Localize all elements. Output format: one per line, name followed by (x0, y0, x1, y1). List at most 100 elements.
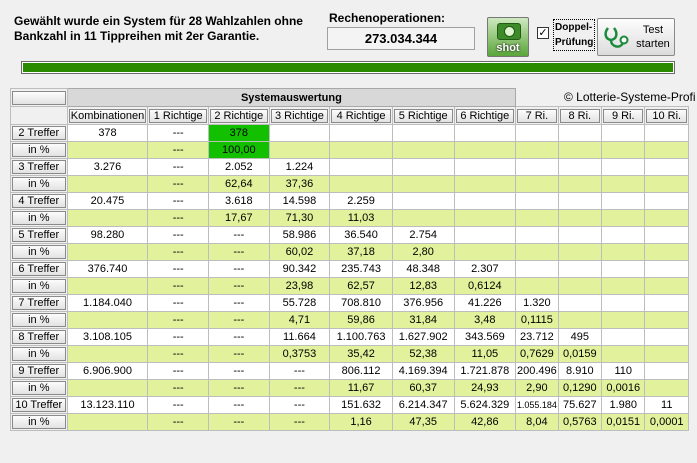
percent-cell: 0,1115 (515, 311, 559, 329)
row-label-cell: in % (10, 413, 68, 431)
table-row-count: 6 Treffer 376.740 --- --- 90.342 235.743 48.34… (10, 260, 689, 278)
table-row-percent: in % --- --- 60,02 37,18 2,80 (10, 243, 689, 261)
percent-cell: 52,38 (391, 345, 455, 363)
row-label-cell: in % (10, 141, 68, 159)
count-cell: 2.259 (329, 192, 393, 210)
count-cell: 708.810 (329, 294, 393, 312)
column-header-button[interactable]: 8 Ri. (559, 108, 601, 123)
row-percent-button[interactable]: in % (12, 245, 66, 259)
start-test-label-line-2: starten (636, 38, 670, 50)
percent-cell: --- (268, 413, 331, 431)
count-cell (601, 192, 646, 210)
percent-cell (515, 243, 559, 261)
count-cell: 36.540 (329, 226, 393, 244)
column-header-button[interactable]: 7 Ri. (517, 108, 557, 123)
count-cell: 20.475 (66, 192, 149, 210)
row-header-button[interactable]: 2 Treffer (12, 126, 66, 140)
count-cell (268, 124, 331, 142)
count-cell: --- (147, 294, 210, 312)
percent-cell (66, 413, 149, 431)
count-cell: --- (147, 158, 210, 176)
column-header-button[interactable]: 5 Richtige (393, 108, 453, 123)
count-cell (644, 328, 689, 346)
percent-cell: 0,6124 (453, 277, 517, 295)
table-row-percent: in % --- --- 0,3753 35,42 52,38 11,05 0,7629 0,0… (10, 345, 689, 363)
column-header-button[interactable]: Kombinationen (68, 108, 147, 123)
table-row-percent: in % --- 62,64 37,36 (10, 175, 689, 193)
table-row-percent: in % --- --- 23,98 62,57 12,83 0,6124 (10, 277, 689, 295)
percent-cell: --- (208, 243, 270, 261)
row-percent-button[interactable]: in % (12, 177, 66, 191)
percent-cell (66, 379, 149, 397)
column-header-cell: 1 Richtige (147, 106, 210, 125)
row-header-button[interactable]: 7 Treffer (12, 296, 66, 310)
column-header-button[interactable]: 2 Richtige (210, 108, 268, 123)
double-check-label[interactable]: Doppel- Prüfung (553, 19, 596, 51)
column-header-button[interactable]: 9 Ri. (603, 108, 644, 123)
row-label-cell: 6 Treffer (10, 260, 68, 278)
count-cell: 6.906.900 (66, 362, 149, 380)
percent-cell (515, 277, 559, 295)
percent-cell (644, 175, 689, 193)
row-label-cell: 8 Treffer (10, 328, 68, 346)
start-test-label-line-1: Test (642, 24, 664, 36)
table-title: Systemauswertung (66, 88, 517, 107)
percent-cell: 3,48 (453, 311, 517, 329)
row-header-button[interactable]: 3 Treffer (12, 160, 66, 174)
count-cell: --- (208, 226, 270, 244)
column-header-button[interactable]: 4 Richtige (331, 108, 391, 123)
percent-cell: --- (208, 345, 270, 363)
table-row-count: 3 Treffer 3.276 --- 2.052 1.224 (10, 158, 689, 176)
double-check-checkbox[interactable]: ✓ (537, 27, 549, 39)
system-evaluation-table: Systemauswertung Kombinationen 1 Richtige… (10, 88, 689, 431)
count-cell (644, 260, 689, 278)
percent-cell (66, 345, 149, 363)
percent-cell: 0,3753 (268, 345, 331, 363)
count-cell (515, 192, 559, 210)
corner-header-button[interactable] (12, 90, 66, 105)
percent-cell: --- (208, 413, 270, 431)
row-percent-button[interactable]: in % (12, 347, 66, 361)
count-cell (601, 158, 646, 176)
row-header-button[interactable]: 6 Treffer (12, 262, 66, 276)
row-percent-button[interactable]: in % (12, 381, 66, 395)
row-percent-button[interactable]: in % (12, 415, 66, 429)
percent-cell: 62,64 (208, 175, 270, 193)
percent-cell (601, 345, 646, 363)
count-cell (557, 294, 603, 312)
stethoscope-icon (604, 27, 629, 48)
screenshot-button[interactable]: shot (487, 17, 529, 57)
percent-cell: --- (147, 277, 210, 295)
row-header-button[interactable]: 9 Treffer (12, 364, 66, 378)
row-percent-button[interactable]: in % (12, 279, 66, 293)
column-header-button[interactable]: 6 Richtige (455, 108, 515, 123)
column-header-cell: 4 Richtige (329, 106, 393, 125)
percent-cell (601, 311, 646, 329)
table-row-percent: in % --- 17,67 71,30 11,03 (10, 209, 689, 227)
row-percent-button[interactable]: in % (12, 313, 66, 327)
start-test-button[interactable]: Test starten (597, 18, 675, 56)
row-header-button[interactable]: 4 Treffer (12, 194, 66, 208)
column-header-button[interactable]: 1 Richtige (149, 108, 208, 123)
column-header-button[interactable]: 3 Richtige (270, 108, 329, 123)
row-header-button[interactable]: 10 Treffer (12, 398, 66, 412)
table-row-count: 10 Treffer 13.123.110 --- --- --- 151.632 6.21… (10, 396, 689, 414)
row-percent-button[interactable]: in % (12, 143, 66, 157)
count-cell: 2.052 (208, 158, 270, 176)
percent-cell (644, 141, 689, 159)
column-header-button[interactable]: 10 Ri. (646, 108, 687, 123)
row-percent-button[interactable]: in % (12, 211, 66, 225)
row-label-cell: 9 Treffer (10, 362, 68, 380)
column-header-cell: 9 Ri. (601, 106, 646, 125)
percent-cell: --- (147, 413, 210, 431)
count-cell: 3.276 (66, 158, 149, 176)
column-header-cell: 3 Richtige (268, 106, 331, 125)
row-header-button[interactable]: 8 Treffer (12, 330, 66, 344)
count-cell: 55.728 (268, 294, 331, 312)
row-header-button[interactable]: 5 Treffer (12, 228, 66, 242)
count-cell (644, 192, 689, 210)
row-label-cell: in % (10, 379, 68, 397)
percent-cell: 17,67 (208, 209, 270, 227)
percent-cell (557, 209, 603, 227)
percent-cell: --- (147, 141, 210, 159)
